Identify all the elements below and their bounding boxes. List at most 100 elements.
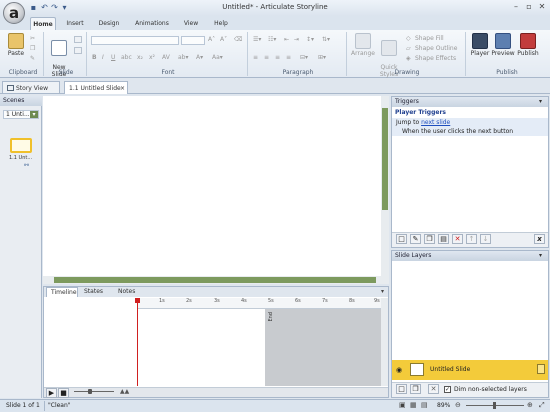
trigger-condition[interactable]: When the user clicks the next button	[392, 127, 548, 136]
timeline-ruler[interactable]: 1s 2s 3s 4s 5s 6s 7s 8s 9s	[137, 298, 381, 309]
subscript-icon[interactable]: x₂	[137, 54, 143, 61]
layer-properties-icon[interactable]	[537, 364, 545, 374]
tab-states[interactable]: States	[80, 287, 110, 297]
scene-selector[interactable]: 1 Unti... ▾	[3, 110, 39, 119]
variables-icon[interactable]: x	[534, 234, 545, 244]
shape-effects-button[interactable]: Shape Effects	[415, 55, 456, 62]
tab-notes[interactable]: Notes	[114, 287, 142, 297]
zoom-in-icon[interactable]: ⊕	[527, 401, 533, 409]
tab-untitled-slide[interactable]: 1.1 Untitled Slide ×	[64, 81, 128, 94]
canvas-horizontal-scroll-thumb[interactable]	[54, 277, 376, 283]
trigger-item[interactable]: Jump to next slide	[392, 118, 548, 127]
layers-menu-icon[interactable]: ▾	[539, 252, 542, 259]
shape-fill-button[interactable]: Shape Fill	[415, 35, 444, 42]
timeline-vertical-scrollbar[interactable]	[381, 298, 388, 386]
preview-button[interactable]: Preview	[490, 33, 516, 57]
italic-icon[interactable]: I	[102, 54, 104, 61]
app-logo[interactable]: a	[3, 2, 25, 24]
line-spacing-icon[interactable]: ↕▾	[306, 36, 314, 43]
increase-indent-icon[interactable]: ⇥	[294, 36, 299, 43]
trigger-target-link[interactable]: next slide	[421, 119, 450, 126]
underline-icon[interactable]: U	[111, 54, 115, 61]
zoom-slider-thumb[interactable]	[88, 389, 92, 394]
status-zoom-thumb[interactable]	[493, 402, 496, 409]
tab-help[interactable]: Help	[208, 17, 234, 30]
font-color-icon[interactable]: A▾	[196, 54, 203, 61]
maximize-button[interactable]: ▫	[523, 2, 535, 12]
normal-view-icon[interactable]: ▣	[399, 401, 406, 409]
delete-layer-icon[interactable]: ✕	[428, 384, 439, 394]
move-up-icon[interactable]: ↑	[466, 234, 477, 244]
timeline-collapse-icon[interactable]: ▾	[381, 288, 384, 295]
format-painter-icon[interactable]: ✎	[30, 55, 35, 62]
text-direction-icon[interactable]: ⇅▾	[322, 36, 330, 43]
scene-dropdown-icon[interactable]: ▾	[30, 111, 38, 118]
cut-icon[interactable]: ✂	[30, 35, 35, 42]
playhead-handle[interactable]	[135, 298, 140, 303]
fit-to-window-icon[interactable]: ⤢	[539, 401, 545, 410]
publish-button[interactable]: Publish	[515, 33, 541, 57]
highlight-icon[interactable]: ab▾	[178, 54, 189, 61]
zoom-slider-track[interactable]	[74, 391, 114, 392]
align-text-icon[interactable]: ⊟▾	[300, 54, 308, 61]
close-button[interactable]: ✕	[536, 2, 548, 12]
char-spacing-icon[interactable]: AV	[162, 54, 170, 61]
close-tab-icon[interactable]: ×	[120, 82, 125, 95]
minimize-button[interactable]: –	[510, 2, 522, 12]
play-icon[interactable]: ▶	[46, 388, 57, 398]
paste-button[interactable]: Paste	[4, 33, 28, 57]
bullets-icon[interactable]: ☰▾	[253, 36, 261, 43]
align-right-icon[interactable]: ≡	[275, 54, 280, 61]
delete-trigger-icon[interactable]: ✕	[452, 234, 463, 244]
decrease-indent-icon[interactable]: ⇤	[284, 36, 289, 43]
playhead[interactable]	[137, 298, 138, 386]
stop-icon[interactable]: ■	[58, 388, 69, 398]
tab-story-view[interactable]: Story View	[2, 81, 60, 94]
move-down-icon[interactable]: ↓	[480, 234, 491, 244]
shape-fill-icon[interactable]: ◇	[406, 35, 411, 42]
tab-view[interactable]: View	[178, 17, 204, 30]
base-layer-row[interactable]: ◉ Untitled Slide	[392, 360, 548, 380]
superscript-icon[interactable]: x²	[149, 54, 155, 61]
slide-thumbnail[interactable]	[10, 138, 32, 153]
autofit-icon[interactable]: ⊞▾	[318, 54, 326, 61]
change-case-icon[interactable]: Aa▾	[212, 54, 223, 61]
layout-icon[interactable]	[74, 36, 82, 43]
shrink-font-icon[interactable]: A˅	[220, 36, 227, 43]
slide-canvas[interactable]	[43, 96, 389, 284]
font-size-combo[interactable]	[181, 36, 205, 45]
story-view-status-icon[interactable]: ▦	[410, 401, 417, 409]
align-left-icon[interactable]: ≡	[253, 54, 258, 61]
slide-view-status-icon[interactable]: ▤	[421, 401, 428, 409]
reset-slide-icon[interactable]	[74, 47, 82, 54]
triggers-menu-icon[interactable]: ▾	[539, 98, 542, 105]
copy-trigger-icon[interactable]: ❐	[424, 234, 435, 244]
strikethrough-icon[interactable]: abc	[121, 54, 132, 61]
tab-design[interactable]: Design	[94, 17, 124, 30]
shape-outline-icon[interactable]: ▱	[406, 45, 411, 52]
clear-format-icon[interactable]: ⌫	[234, 36, 242, 43]
numbering-icon[interactable]: ☷▾	[268, 36, 276, 43]
tab-home[interactable]: Home	[30, 17, 56, 30]
arrange-button[interactable]: Arrange	[351, 33, 375, 57]
new-layer-icon[interactable]: □	[396, 384, 407, 394]
edit-trigger-icon[interactable]: ✎	[410, 234, 421, 244]
layer-visibility-icon[interactable]: ◉	[396, 366, 402, 374]
dim-layers-checkbox[interactable]: ✓	[444, 386, 451, 393]
shape-outline-button[interactable]: Shape Outline	[415, 45, 457, 52]
canvas-vertical-scroll-thumb[interactable]	[382, 108, 388, 210]
tab-animations[interactable]: Animations	[130, 17, 174, 30]
player-button[interactable]: Player	[468, 33, 492, 57]
tab-insert[interactable]: Insert	[60, 17, 90, 30]
paste-trigger-icon[interactable]: ▤	[438, 234, 449, 244]
align-center-icon[interactable]: ≡	[264, 54, 269, 61]
zoom-out-icon[interactable]: ⊖	[455, 401, 461, 409]
new-trigger-icon[interactable]: □	[396, 234, 407, 244]
copy-icon[interactable]: ❐	[30, 45, 35, 52]
duplicate-layer-icon[interactable]: ❐	[410, 384, 421, 394]
justify-icon[interactable]: ≡	[286, 54, 291, 61]
font-family-combo[interactable]	[91, 36, 179, 45]
bold-icon[interactable]: B	[92, 54, 97, 61]
tab-timeline[interactable]: Timeline	[46, 287, 78, 297]
shape-effects-icon[interactable]: ◈	[406, 55, 411, 62]
